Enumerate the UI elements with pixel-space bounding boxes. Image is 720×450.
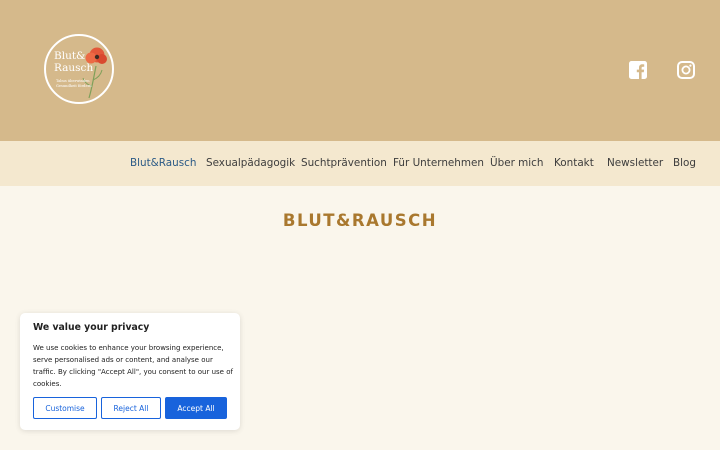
site-header: Blut& Rausch Tabus überwinden Gesundheit… xyxy=(0,0,720,141)
site-logo[interactable]: Blut& Rausch Tabus überwinden Gesundheit… xyxy=(44,34,114,104)
logo-wordmark: Blut& Rausch xyxy=(54,50,94,74)
nav-item-newsletter[interactable]: Newsletter xyxy=(607,156,663,170)
cookie-title: We value your privacy xyxy=(33,322,150,333)
cookie-description: We use cookies to enhance your browsing … xyxy=(33,344,233,388)
nav-item-fuer-unternehmen[interactable]: Für Unternehmen xyxy=(393,156,484,170)
logo-tagline: Tabus überwinden Gesundheit fördern xyxy=(56,79,92,88)
instagram-icon[interactable] xyxy=(677,61,695,79)
nav-item-ueber-mich[interactable]: Über mich xyxy=(490,156,543,170)
nav-item-sexualpaedagogik[interactable]: Sexualpädagogik xyxy=(206,156,295,170)
nav-item-suchtpraevention[interactable]: Suchtprävention xyxy=(301,156,387,170)
nav-item-blog[interactable]: Blog xyxy=(673,156,696,170)
facebook-icon[interactable] xyxy=(629,61,647,79)
page-title: BLUT&RAUSCH xyxy=(282,211,438,230)
customise-button[interactable]: Customise xyxy=(33,397,97,419)
accept-all-button[interactable]: Accept All xyxy=(165,397,227,419)
reject-all-button[interactable]: Reject All xyxy=(101,397,161,419)
nav-item-kontakt[interactable]: Kontakt xyxy=(554,156,594,170)
nav-item-blut-rausch[interactable]: Blut&Rausch xyxy=(130,156,196,170)
cookie-consent-banner: We value your privacy We use cookies to … xyxy=(20,313,240,430)
